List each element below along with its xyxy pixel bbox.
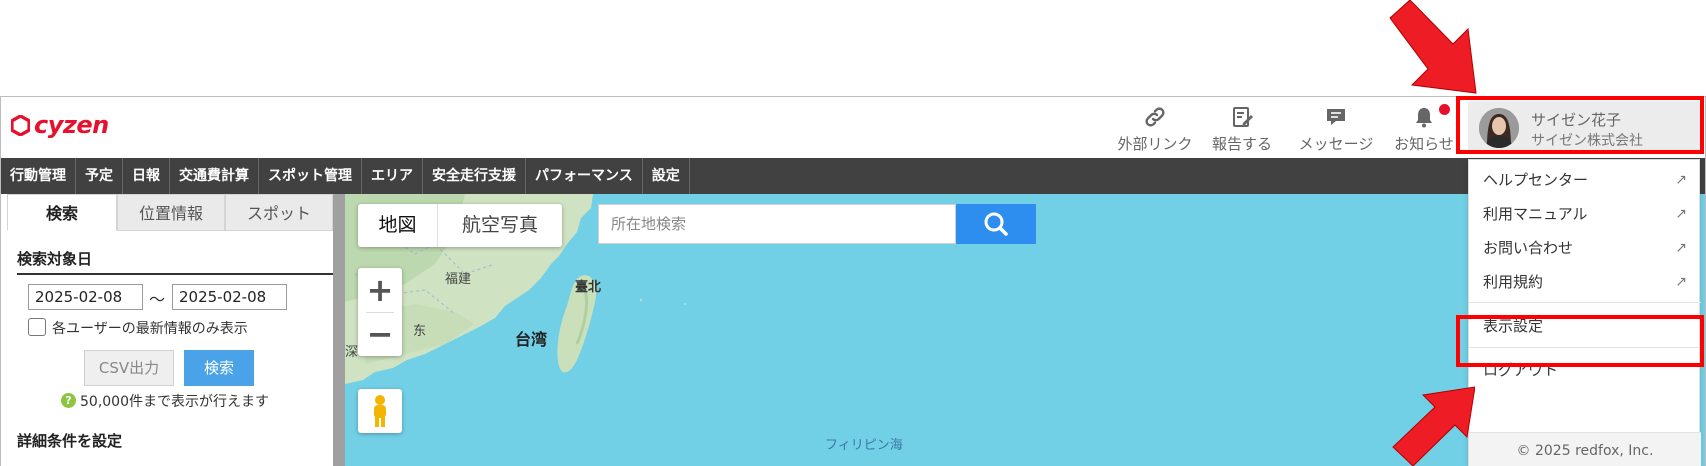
- external-arrow-icon: ↗: [1675, 172, 1687, 188]
- menu-item-contact-label: お問い合わせ: [1483, 239, 1574, 257]
- menu-separator: [1469, 302, 1701, 303]
- main-nav: 行動管理 予定 日報 交通費計算 スポット管理 エリア 安全走行支援 パフォーマ…: [1, 158, 1705, 194]
- nav-item-travel-expense[interactable]: 交通費計算: [170, 158, 259, 194]
- cyzen-logo[interactable]: cyzen: [11, 111, 109, 139]
- annotation-highlight-user: [1456, 96, 1704, 154]
- date-from-input[interactable]: 2025-02-08: [28, 284, 143, 310]
- external-link-button[interactable]: 外部リンク: [1115, 105, 1195, 153]
- nav-item-daily-report[interactable]: 日報: [123, 158, 170, 194]
- map-label-philippine-sea: フィリピン海: [825, 438, 903, 453]
- csv-export-button[interactable]: CSV出力: [84, 350, 174, 386]
- menu-item-terms-label: 利用規約: [1483, 273, 1544, 291]
- report-button[interactable]: 報告する: [1207, 105, 1277, 153]
- app-header: cyzen 外部リンク 報告する メッセージ お知らせ サイゼン花子 サイゼン株…: [1, 97, 1705, 158]
- zoom-in-button[interactable]: +: [358, 268, 402, 312]
- latest-only-checkbox[interactable]: [28, 318, 46, 336]
- map-type-toggle: 地図 航空写真: [358, 204, 562, 247]
- map-type-map-button[interactable]: 地図: [358, 204, 438, 247]
- map-label-guangdong: 东: [413, 324, 427, 339]
- notification-button[interactable]: お知らせ: [1390, 104, 1458, 153]
- tab-spot[interactable]: スポット: [225, 194, 333, 231]
- external-arrow-icon: ↗: [1675, 206, 1687, 222]
- map-label-fujian: 福建: [445, 272, 472, 287]
- message-icon: [1327, 109, 1345, 125]
- logo-text: cyzen: [34, 111, 109, 139]
- nav-item-performance[interactable]: パフォーマンス: [526, 158, 643, 194]
- map-type-satellite-button[interactable]: 航空写真: [438, 204, 562, 247]
- menu-item-help-center-label: ヘルプセンター: [1483, 171, 1589, 189]
- date-to-input[interactable]: 2025-02-08: [172, 284, 287, 310]
- street-view-pegman[interactable]: [358, 389, 402, 433]
- message-label: メッセージ: [1298, 135, 1374, 153]
- user-dropdown-menu: ヘルプセンター ↗ 利用マニュアル ↗ お問い合わせ ↗ 利用規約 ↗ 表示設定…: [1468, 159, 1701, 466]
- copyright-footer: © 2025 redfox, Inc.: [1469, 432, 1701, 466]
- zoom-control: + −: [358, 268, 402, 356]
- latest-only-label[interactable]: 各ユーザーの最新情報のみ表示: [52, 318, 248, 338]
- annotation-arrow-top: [1389, 0, 1477, 94]
- nav-item-activity[interactable]: 行動管理: [1, 158, 76, 194]
- nav-item-schedule[interactable]: 予定: [76, 158, 123, 194]
- date-separator: 〜: [149, 290, 166, 309]
- sidebar-scrollbar[interactable]: [333, 194, 345, 466]
- notification-badge: [1439, 104, 1450, 115]
- annotation-arrow-bottom: [1392, 386, 1475, 466]
- report-label: 報告する: [1211, 135, 1272, 153]
- map-label-taiwan: 台湾: [515, 330, 548, 349]
- pegman-icon: [374, 395, 386, 427]
- help-icon: ?: [61, 393, 76, 408]
- search-button[interactable]: 検索: [184, 350, 254, 386]
- cyzen-logo-icon: [11, 114, 30, 136]
- external-link-label: 外部リンク: [1117, 135, 1193, 153]
- detail-conditions-title[interactable]: 詳細条件を設定: [17, 430, 122, 451]
- sidebar-tabs: 検索 位置情報 スポット: [7, 194, 333, 231]
- menu-item-manual[interactable]: 利用マニュアル ↗: [1469, 197, 1701, 231]
- external-arrow-icon: ↗: [1675, 274, 1687, 290]
- annotation-highlight-display-settings: [1456, 315, 1704, 367]
- search-icon: [984, 212, 1008, 236]
- location-search-input[interactable]: 所在地検索: [598, 204, 956, 244]
- nav-item-spot-management[interactable]: スポット管理: [259, 158, 362, 194]
- menu-item-help-center[interactable]: ヘルプセンター ↗: [1469, 163, 1701, 197]
- report-edit-icon: [1233, 107, 1253, 127]
- tab-search[interactable]: 検索: [7, 194, 117, 231]
- search-date-title: 検索対象日: [17, 248, 333, 275]
- message-button[interactable]: メッセージ: [1291, 105, 1381, 153]
- map-label-taipei: 臺北: [575, 280, 602, 295]
- location-search-button[interactable]: [956, 204, 1036, 244]
- nav-item-safe-driving[interactable]: 安全走行支援: [423, 158, 526, 194]
- notification-label: お知らせ: [1394, 135, 1454, 153]
- link-icon: [1145, 107, 1165, 127]
- search-sidebar: 検索 位置情報 スポット 検索対象日 2025-02-08 〜 2025-02-…: [1, 194, 345, 466]
- menu-item-manual-label: 利用マニュアル: [1483, 205, 1588, 223]
- zoom-out-button[interactable]: −: [358, 312, 402, 356]
- menu-item-terms[interactable]: 利用規約 ↗: [1469, 265, 1701, 299]
- external-arrow-icon: ↗: [1675, 240, 1687, 256]
- nav-item-area[interactable]: エリア: [362, 158, 423, 194]
- menu-item-contact[interactable]: お問い合わせ ↗: [1469, 231, 1701, 265]
- result-limit-note: 50,000件まで表示が行えます: [80, 394, 269, 410]
- tab-location[interactable]: 位置情報: [117, 194, 225, 231]
- map-label-shenzhen: 深: [345, 345, 359, 360]
- bell-icon: [1416, 108, 1432, 128]
- nav-item-settings[interactable]: 設定: [643, 158, 690, 194]
